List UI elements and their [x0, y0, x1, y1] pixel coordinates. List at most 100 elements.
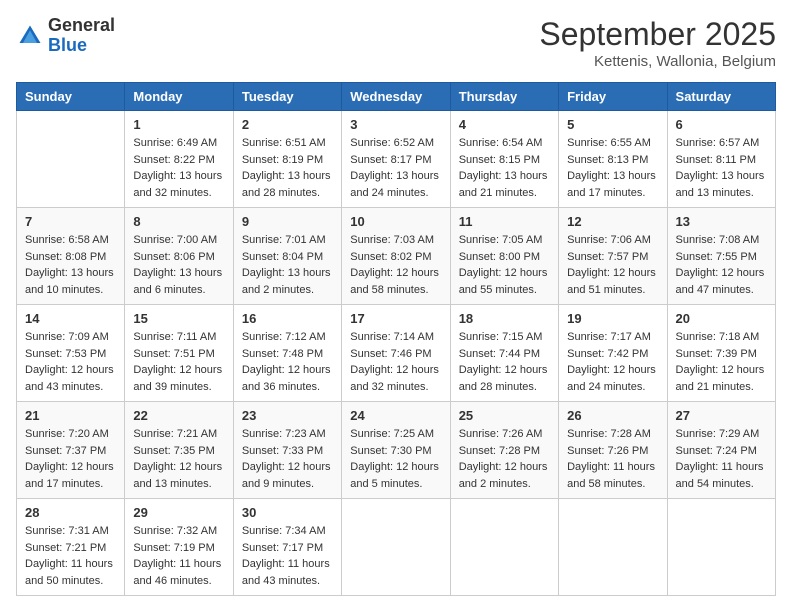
- sunrise-text: Sunrise: 7:05 AM: [459, 234, 543, 246]
- sunset-text: Sunset: 7:28 PM: [459, 445, 540, 457]
- cell-w5-d2: 29 Sunrise: 7:32 AM Sunset: 7:19 PM Dayl…: [125, 499, 233, 596]
- day-number: 7: [25, 214, 116, 229]
- day-info: Sunrise: 7:34 AM Sunset: 7:17 PM Dayligh…: [242, 523, 333, 589]
- day-number: 26: [567, 408, 658, 423]
- day-info: Sunrise: 7:18 AM Sunset: 7:39 PM Dayligh…: [676, 329, 767, 395]
- day-info: Sunrise: 7:32 AM Sunset: 7:19 PM Dayligh…: [133, 523, 224, 589]
- day-number: 1: [133, 117, 224, 132]
- logo-general-text: General: [48, 16, 115, 36]
- daylight-text: Daylight: 13 hours and 6 minutes.: [133, 267, 222, 296]
- day-info: Sunrise: 7:17 AM Sunset: 7:42 PM Dayligh…: [567, 329, 658, 395]
- day-number: 18: [459, 311, 550, 326]
- header-monday: Monday: [125, 83, 233, 111]
- sunset-text: Sunset: 7:46 PM: [350, 348, 431, 360]
- sunrise-text: Sunrise: 7:28 AM: [567, 428, 651, 440]
- cell-w2-d6: 12 Sunrise: 7:06 AM Sunset: 7:57 PM Dayl…: [559, 208, 667, 305]
- day-number: 5: [567, 117, 658, 132]
- cell-w3-d5: 18 Sunrise: 7:15 AM Sunset: 7:44 PM Dayl…: [450, 305, 558, 402]
- daylight-text: Daylight: 12 hours and 39 minutes.: [133, 364, 222, 393]
- header-saturday: Saturday: [667, 83, 775, 111]
- day-number: 9: [242, 214, 333, 229]
- sunset-text: Sunset: 7:42 PM: [567, 348, 648, 360]
- sunrise-text: Sunrise: 7:09 AM: [25, 331, 109, 343]
- day-info: Sunrise: 6:51 AM Sunset: 8:19 PM Dayligh…: [242, 135, 333, 201]
- daylight-text: Daylight: 13 hours and 28 minutes.: [242, 170, 331, 199]
- sunrise-text: Sunrise: 6:57 AM: [676, 137, 760, 149]
- sunrise-text: Sunrise: 7:17 AM: [567, 331, 651, 343]
- day-number: 21: [25, 408, 116, 423]
- day-number: 24: [350, 408, 441, 423]
- sunrise-text: Sunrise: 6:55 AM: [567, 137, 651, 149]
- daylight-text: Daylight: 12 hours and 5 minutes.: [350, 461, 439, 490]
- day-info: Sunrise: 7:31 AM Sunset: 7:21 PM Dayligh…: [25, 523, 116, 589]
- sunrise-text: Sunrise: 7:20 AM: [25, 428, 109, 440]
- sunset-text: Sunset: 7:26 PM: [567, 445, 648, 457]
- header-thursday: Thursday: [450, 83, 558, 111]
- sunrise-text: Sunrise: 7:26 AM: [459, 428, 543, 440]
- daylight-text: Daylight: 12 hours and 28 minutes.: [459, 364, 548, 393]
- sunset-text: Sunset: 7:30 PM: [350, 445, 431, 457]
- daylight-text: Daylight: 13 hours and 10 minutes.: [25, 267, 114, 296]
- title-area: September 2025 Kettenis, Wallonia, Belgi…: [539, 16, 776, 70]
- day-info: Sunrise: 7:29 AM Sunset: 7:24 PM Dayligh…: [676, 426, 767, 492]
- cell-w4-d5: 25 Sunrise: 7:26 AM Sunset: 7:28 PM Dayl…: [450, 402, 558, 499]
- sunrise-text: Sunrise: 7:15 AM: [459, 331, 543, 343]
- sunrise-text: Sunrise: 7:00 AM: [133, 234, 217, 246]
- sunrise-text: Sunrise: 7:21 AM: [133, 428, 217, 440]
- daylight-text: Daylight: 12 hours and 43 minutes.: [25, 364, 114, 393]
- day-info: Sunrise: 7:08 AM Sunset: 7:55 PM Dayligh…: [676, 232, 767, 298]
- day-info: Sunrise: 7:25 AM Sunset: 7:30 PM Dayligh…: [350, 426, 441, 492]
- cell-w2-d7: 13 Sunrise: 7:08 AM Sunset: 7:55 PM Dayl…: [667, 208, 775, 305]
- daylight-text: Daylight: 12 hours and 9 minutes.: [242, 461, 331, 490]
- day-number: 10: [350, 214, 441, 229]
- cell-w2-d5: 11 Sunrise: 7:05 AM Sunset: 8:00 PM Dayl…: [450, 208, 558, 305]
- logo-icon: [16, 22, 44, 50]
- header-friday: Friday: [559, 83, 667, 111]
- day-info: Sunrise: 7:28 AM Sunset: 7:26 PM Dayligh…: [567, 426, 658, 492]
- header: General Blue September 2025 Kettenis, Wa…: [16, 16, 776, 70]
- sunset-text: Sunset: 7:17 PM: [242, 542, 323, 554]
- daylight-text: Daylight: 13 hours and 24 minutes.: [350, 170, 439, 199]
- day-number: 16: [242, 311, 333, 326]
- daylight-text: Daylight: 11 hours and 50 minutes.: [25, 558, 113, 587]
- sunrise-text: Sunrise: 7:08 AM: [676, 234, 760, 246]
- sunrise-text: Sunrise: 7:06 AM: [567, 234, 651, 246]
- logo-blue-text: Blue: [48, 36, 115, 56]
- sunset-text: Sunset: 7:48 PM: [242, 348, 323, 360]
- cell-w3-d6: 19 Sunrise: 7:17 AM Sunset: 7:42 PM Dayl…: [559, 305, 667, 402]
- sunrise-text: Sunrise: 7:29 AM: [676, 428, 760, 440]
- week-row-2: 7 Sunrise: 6:58 AM Sunset: 8:08 PM Dayli…: [17, 208, 776, 305]
- location-subtitle: Kettenis, Wallonia, Belgium: [539, 53, 776, 70]
- cell-w1-d3: 2 Sunrise: 6:51 AM Sunset: 8:19 PM Dayli…: [233, 111, 341, 208]
- sunset-text: Sunset: 8:13 PM: [567, 154, 648, 166]
- sunrise-text: Sunrise: 7:01 AM: [242, 234, 326, 246]
- daylight-text: Daylight: 13 hours and 2 minutes.: [242, 267, 331, 296]
- day-info: Sunrise: 7:23 AM Sunset: 7:33 PM Dayligh…: [242, 426, 333, 492]
- day-info: Sunrise: 7:26 AM Sunset: 7:28 PM Dayligh…: [459, 426, 550, 492]
- day-number: 22: [133, 408, 224, 423]
- day-number: 3: [350, 117, 441, 132]
- day-info: Sunrise: 6:58 AM Sunset: 8:08 PM Dayligh…: [25, 232, 116, 298]
- cell-w5-d3: 30 Sunrise: 7:34 AM Sunset: 7:17 PM Dayl…: [233, 499, 341, 596]
- cell-w5-d7: [667, 499, 775, 596]
- day-info: Sunrise: 7:21 AM Sunset: 7:35 PM Dayligh…: [133, 426, 224, 492]
- week-row-4: 21 Sunrise: 7:20 AM Sunset: 7:37 PM Dayl…: [17, 402, 776, 499]
- cell-w5-d1: 28 Sunrise: 7:31 AM Sunset: 7:21 PM Dayl…: [17, 499, 125, 596]
- sunset-text: Sunset: 7:37 PM: [25, 445, 106, 457]
- sunset-text: Sunset: 8:00 PM: [459, 251, 540, 263]
- day-info: Sunrise: 6:54 AM Sunset: 8:15 PM Dayligh…: [459, 135, 550, 201]
- calendar-header-row: Sunday Monday Tuesday Wednesday Thursday…: [17, 83, 776, 111]
- sunrise-text: Sunrise: 7:18 AM: [676, 331, 760, 343]
- sunset-text: Sunset: 8:08 PM: [25, 251, 106, 263]
- cell-w3-d1: 14 Sunrise: 7:09 AM Sunset: 7:53 PM Dayl…: [17, 305, 125, 402]
- cell-w1-d1: [17, 111, 125, 208]
- cell-w4-d3: 23 Sunrise: 7:23 AM Sunset: 7:33 PM Dayl…: [233, 402, 341, 499]
- sunset-text: Sunset: 7:24 PM: [676, 445, 757, 457]
- cell-w4-d2: 22 Sunrise: 7:21 AM Sunset: 7:35 PM Dayl…: [125, 402, 233, 499]
- sunset-text: Sunset: 8:04 PM: [242, 251, 323, 263]
- day-number: 14: [25, 311, 116, 326]
- cell-w4-d4: 24 Sunrise: 7:25 AM Sunset: 7:30 PM Dayl…: [342, 402, 450, 499]
- daylight-text: Daylight: 11 hours and 43 minutes.: [242, 558, 330, 587]
- sunset-text: Sunset: 7:21 PM: [25, 542, 106, 554]
- day-number: 27: [676, 408, 767, 423]
